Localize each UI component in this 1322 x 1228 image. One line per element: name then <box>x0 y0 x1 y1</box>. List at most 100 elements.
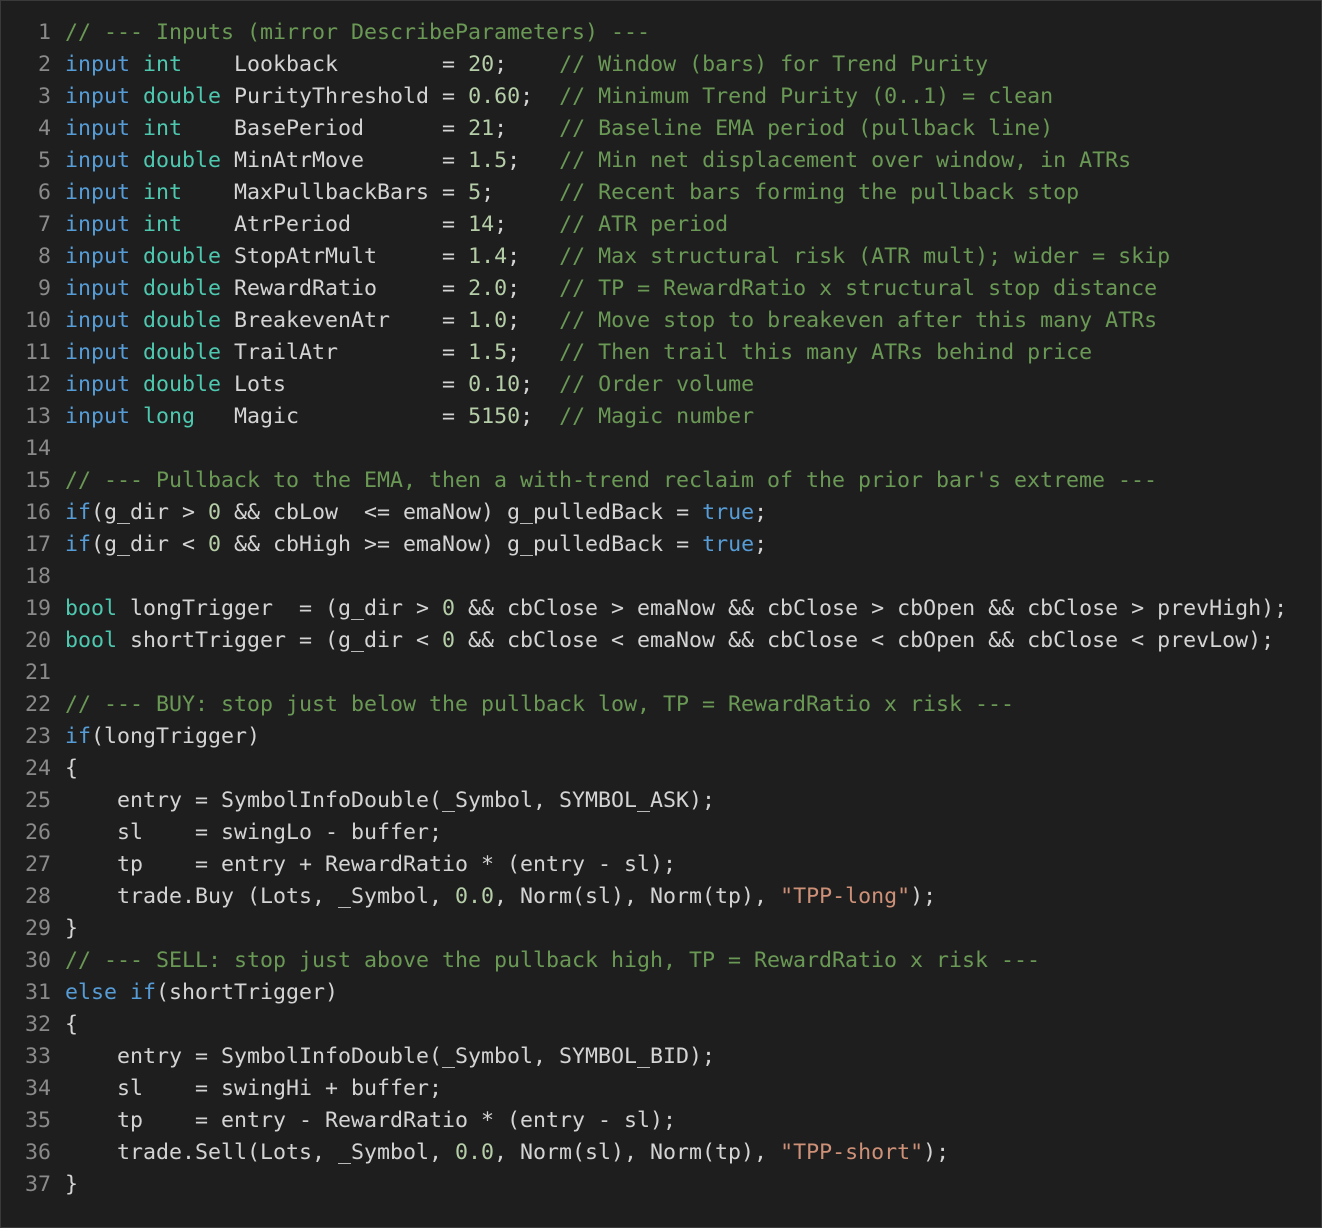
code-area[interactable]: 1 // --- Inputs (mirror DescribeParameter… <box>1 17 1287 1201</box>
code-line[interactable]: 2 input int Lookback = 20; // Window (bar… <box>1 49 1287 81</box>
line-text: if(longTrigger) <box>65 724 260 749</box>
number-token: 5 <box>468 180 482 205</box>
code-line[interactable]: 36 trade.Sell(Lots, _Symbol, 0.0, Norm(s… <box>1 1137 1287 1169</box>
line-text: entry = SymbolInfoDouble(_Symbol, SYMBOL… <box>65 788 715 813</box>
line-text: // --- BUY: stop just below the pullback… <box>65 692 1014 717</box>
code-line[interactable]: 31 else if(shortTrigger) <box>1 977 1287 1009</box>
comment-token: // Then trail this many ATRs behind pric… <box>559 340 1093 365</box>
keyword-token: input <box>65 340 131 365</box>
code-token: ; <box>507 340 560 365</box>
code-line[interactable]: 9 input double RewardRatio = 2.0; // TP =… <box>1 273 1287 305</box>
code-line[interactable]: 3 input double PurityThreshold = 0.60; //… <box>1 81 1287 113</box>
code-token: BasePeriod = <box>182 116 469 141</box>
code-line[interactable]: 5 input double MinAtrMove = 1.5; // Min n… <box>1 145 1287 177</box>
code-token: (shortTrigger) <box>156 980 339 1005</box>
code-token: (g_dir > <box>91 500 209 525</box>
line-number: 33 <box>24 1044 51 1069</box>
number-token: 0.0 <box>455 884 495 909</box>
code-line[interactable]: 35 tp = entry - RewardRatio * (entry - s… <box>1 1105 1287 1137</box>
comment-token: // Baseline EMA period (pullback line) <box>559 116 1054 141</box>
code-line[interactable]: 23 if(longTrigger) <box>1 721 1287 753</box>
code-line[interactable]: 27 tp = entry + RewardRatio * (entry - s… <box>1 849 1287 881</box>
line-number: 15 <box>24 468 51 493</box>
code-editor[interactable]: 1 // --- Inputs (mirror DescribeParameter… <box>0 0 1322 1228</box>
line-text: trade.Sell(Lots, _Symbol, 0.0, Norm(sl),… <box>65 1140 949 1165</box>
line-number: 6 <box>37 180 51 205</box>
code-line[interactable]: 22 // --- BUY: stop just below the pullba… <box>1 689 1287 721</box>
line-number: 1 <box>37 20 51 45</box>
code-line[interactable]: 1 // --- Inputs (mirror DescribeParameter… <box>1 17 1287 49</box>
line-number: 8 <box>37 244 51 269</box>
code-line[interactable]: 37} <box>1 1169 1287 1201</box>
comment-token: // ATR period <box>559 212 729 237</box>
code-line[interactable]: 6 input int MaxPullbackBars = 5; // Recen… <box>1 177 1287 209</box>
line-text: input double BreakevenAtr = 1.0; // Move… <box>65 308 1157 333</box>
code-token: && cbLow <= emaNow) g_pulledBack = <box>221 500 703 525</box>
line-text: input double StopAtrMult = 1.4; // Max s… <box>65 244 1170 269</box>
code-line[interactable]: 19 bool longTrigger = (g_dir > 0 && cbClo… <box>1 593 1287 625</box>
code-token: ; <box>754 500 768 525</box>
code-line[interactable]: 30 // --- SELL: stop just above the pullb… <box>1 945 1287 977</box>
code-line[interactable]: 10 input double BreakevenAtr = 1.0; // Mo… <box>1 305 1287 337</box>
code-line[interactable]: 25 entry = SymbolInfoDouble(_Symbol, SYM… <box>1 785 1287 817</box>
line-number: 25 <box>24 788 51 813</box>
keyword-token: input <box>65 52 131 77</box>
line-text: input double RewardRatio = 2.0; // TP = … <box>65 276 1157 301</box>
keyword-token: input <box>65 308 131 333</box>
code-line[interactable]: 11 input double TrailAtr = 1.5; // Then t… <box>1 337 1287 369</box>
code-line[interactable]: 21 <box>1 657 1287 689</box>
code-line[interactable]: 8 input double StopAtrMult = 1.4; // Max … <box>1 241 1287 273</box>
code-token: Magic = <box>195 404 469 429</box>
line-text: input double MinAtrMove = 1.5; // Min ne… <box>65 148 1131 173</box>
code-token: (longTrigger) <box>91 724 261 749</box>
line-text: entry = SymbolInfoDouble(_Symbol, SYMBOL… <box>65 1044 715 1069</box>
code-line[interactable]: 16 if(g_dir > 0 && cbLow <= emaNow) g_pul… <box>1 497 1287 529</box>
line-number: 26 <box>24 820 51 845</box>
code-line[interactable]: 14 <box>1 433 1287 465</box>
code-token: ); <box>923 1140 950 1165</box>
keyword-token: input <box>65 244 131 269</box>
code-line[interactable]: 7 input int AtrPeriod = 14; // ATR period <box>1 209 1287 241</box>
number-token: 0 <box>208 532 222 557</box>
code-line[interactable]: 12 input double Lots = 0.10; // Order vol… <box>1 369 1287 401</box>
code-line[interactable]: 33 entry = SymbolInfoDouble(_Symbol, SYM… <box>1 1041 1287 1073</box>
type-token: long <box>143 404 196 429</box>
code-line[interactable]: 29} <box>1 913 1287 945</box>
comment-token: // --- Inputs (mirror DescribeParameters… <box>65 20 651 45</box>
keyword-token: else <box>65 980 118 1005</box>
code-line[interactable]: 20 bool shortTrigger = (g_dir < 0 && cbCl… <box>1 625 1287 657</box>
code-token: ; <box>520 404 560 429</box>
code-line[interactable]: 28 trade.Buy (Lots, _Symbol, 0.0, Norm(s… <box>1 881 1287 913</box>
code-token: PurityThreshold = <box>221 84 469 109</box>
code-line[interactable]: 26 sl = swingLo - buffer; <box>1 817 1287 849</box>
type-token: double <box>143 276 222 301</box>
comment-token: // --- Pullback to the EMA, then a with-… <box>65 468 1158 493</box>
line-number: 27 <box>24 852 51 877</box>
code-line[interactable]: 34 sl = swingHi + buffer; <box>1 1073 1287 1105</box>
code-token: Lots = <box>221 372 469 397</box>
code-line[interactable]: 4 input int BasePeriod = 21; // Baseline … <box>1 113 1287 145</box>
comment-token: // Order volume <box>559 372 755 397</box>
type-token: double <box>143 340 222 365</box>
line-text: // --- Inputs (mirror DescribeParameters… <box>65 20 650 45</box>
line-text: else if(shortTrigger) <box>65 980 338 1005</box>
number-token: 0 <box>208 500 222 525</box>
code-line[interactable]: 24 { <box>1 753 1287 785</box>
code-token: sl = swingHi + buffer; <box>65 1076 443 1101</box>
keyword-token: if <box>65 532 92 557</box>
code-line[interactable]: 15 // --- Pullback to the EMA, then a wit… <box>1 465 1287 497</box>
line-number: 14 <box>24 436 51 461</box>
number-token: 1.4 <box>468 244 508 269</box>
line-number: 37 <box>24 1172 51 1197</box>
number-token: 1.0 <box>468 308 508 333</box>
line-number: 13 <box>24 404 51 429</box>
code-line[interactable]: 18 <box>1 561 1287 593</box>
code-token: ; <box>507 308 560 333</box>
code-line[interactable]: 17 if(g_dir < 0 && cbHigh >= emaNow) g_pu… <box>1 529 1287 561</box>
code-line[interactable]: 32 { <box>1 1009 1287 1041</box>
code-line[interactable]: 13 input long Magic = 5150; // Magic numb… <box>1 401 1287 433</box>
type-token: double <box>143 84 222 109</box>
